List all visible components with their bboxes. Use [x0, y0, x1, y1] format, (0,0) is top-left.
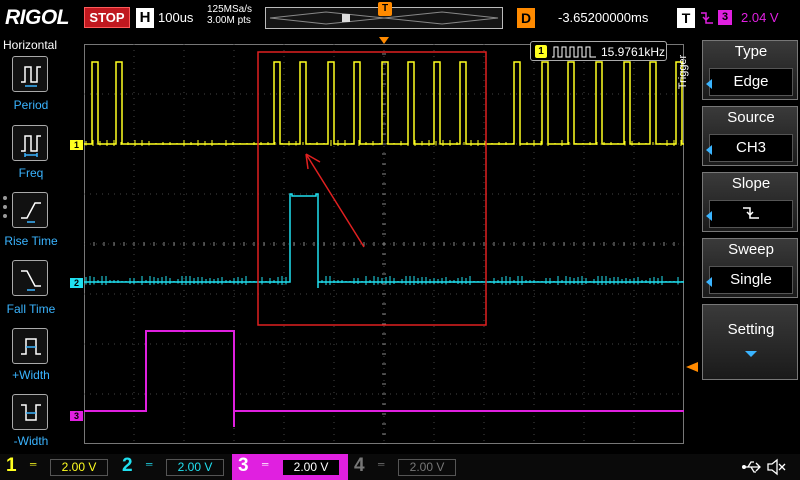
measure-pos-width-label: +Width: [12, 368, 50, 382]
ch2-number: 2: [122, 455, 133, 476]
menu-source-arrow-icon: [706, 145, 712, 155]
sample-rate: 125MSa/s: [207, 4, 253, 15]
acquisition-info: 125MSa/s 3.00M pts: [207, 4, 252, 26]
menu-source-value: CH3: [709, 134, 793, 162]
menu-source[interactable]: Source CH3: [702, 106, 798, 166]
trigger-source-badge: 3: [718, 10, 732, 25]
timebase-badge: H: [136, 8, 154, 28]
top-status-bar: RIGOL STOP H 100us 125MSa/s 3.00M pts T …: [0, 0, 800, 36]
ch4-tab[interactable]: 4 ═ 2.00 V: [348, 454, 464, 480]
menu-type-title: Type: [734, 43, 768, 60]
frequency-channel-badge: 1: [535, 45, 547, 58]
dc-coupling-icon: ═: [262, 459, 269, 469]
menu-slope-arrow-icon: [706, 211, 712, 221]
menu-sweep-value: Single: [709, 266, 793, 294]
frequency-value: 15.9761kHz: [601, 45, 666, 59]
ch1-number: 1: [6, 455, 17, 476]
ch3-scale: 2.00 V: [282, 459, 340, 476]
measure-neg-width-button[interactable]: [12, 394, 48, 430]
horizontal-delay[interactable]: -3.65200000ms: [558, 10, 648, 25]
menu-type[interactable]: Type Edge: [702, 40, 798, 100]
measure-pos-width-button[interactable]: [12, 328, 48, 364]
trigger-badge: T: [677, 8, 695, 28]
ch3-offset-marker[interactable]: 3: [70, 411, 83, 421]
waveform-display[interactable]: [84, 44, 684, 444]
period-icon: [21, 66, 41, 87]
falling-edge-icon: [701, 12, 713, 24]
ch2-scale: 2.00 V: [166, 459, 224, 476]
menu-sweep[interactable]: Sweep Single: [702, 238, 798, 298]
trigger-menu: Type Edge Source CH3 Slope Sweep Single …: [702, 40, 798, 454]
run-stop-status[interactable]: STOP: [84, 7, 130, 28]
trigger-time-marker-icon: [379, 37, 389, 44]
trigger-position-marker: T: [378, 2, 392, 16]
ch3-waveform: [84, 330, 684, 427]
ch1-tab[interactable]: 1 ═ 2.00 V: [0, 454, 116, 480]
ch4-number: 4: [354, 455, 365, 476]
positive-width-icon: [21, 338, 41, 355]
annotation-arrow-icon: [305, 153, 365, 248]
menu-type-value: Edge: [709, 68, 793, 96]
menu-tab: Trigger: [677, 40, 701, 110]
annotation-highlight-box: [257, 51, 487, 326]
speaker-mute-icon[interactable]: [766, 458, 786, 476]
ch2-tab[interactable]: 2 ═ 2.00 V: [116, 454, 232, 480]
measure-rise-time-button[interactable]: [12, 192, 48, 228]
frequency-icon: [21, 135, 41, 157]
menu-slope[interactable]: Slope: [702, 172, 798, 232]
menu-sweep-arrow-icon: [706, 277, 712, 287]
menu-sweep-title: Sweep: [728, 241, 774, 258]
menu-setting[interactable]: Setting: [702, 304, 798, 380]
frequency-readout: 1 15.9761kHz: [530, 41, 667, 61]
measure-period-button[interactable]: [12, 56, 48, 92]
measure-fall-time-button[interactable]: [12, 260, 48, 296]
menu-type-arrow-icon: [706, 79, 712, 89]
falling-edge-icon: [743, 207, 759, 219]
fall-time-icon: [21, 270, 41, 291]
measure-neg-width-label: -Width: [13, 434, 49, 448]
memory-depth: 3.00M pts: [207, 15, 251, 26]
panel-scroll-dots[interactable]: [3, 196, 9, 223]
dc-coupling-icon: ═: [378, 459, 385, 469]
measure-panel: Horizontal Period Freq Rise Time Fall Ti…: [0, 36, 62, 454]
ch3-tab[interactable]: 3 ═ 2.00 V: [232, 454, 348, 480]
ch4-scale: 2.00 V: [398, 459, 456, 476]
measure-freq-button[interactable]: [12, 125, 48, 161]
usb-icon: [742, 461, 761, 473]
brand-logo: RIGOL: [5, 6, 70, 29]
trigger-level[interactable]: 2.04 V: [741, 10, 779, 25]
dc-coupling-icon: ═: [30, 459, 37, 469]
measure-freq-label: Freq: [18, 166, 44, 180]
pulse-train-icon: [552, 46, 596, 58]
ch2-offset-marker[interactable]: 2: [70, 278, 83, 288]
timebase-value[interactable]: 100us: [158, 10, 193, 25]
negative-width-icon: [21, 404, 41, 421]
menu-setting-title: Setting: [727, 321, 775, 338]
measure-fall-time-label: Fall Time: [6, 302, 56, 316]
dc-coupling-icon: ═: [146, 459, 153, 469]
trigger-level-marker-icon[interactable]: [686, 362, 698, 372]
measure-period-label: Period: [13, 98, 49, 112]
chevron-down-icon: [745, 351, 757, 357]
menu-slope-title: Slope: [731, 175, 771, 192]
measure-rise-time-label: Rise Time: [4, 234, 58, 248]
panel-title: Horizontal: [3, 38, 58, 52]
ch1-scale: 2.00 V: [50, 459, 108, 476]
ch1-offset-marker[interactable]: 1: [70, 140, 83, 150]
menu-source-title: Source: [727, 109, 775, 126]
rise-time-icon: [21, 202, 41, 223]
channel-bar: 1 ═ 2.00 V 2 ═ 2.00 V 3 ═ 2.00 V 4 ═ 2.0…: [0, 454, 800, 480]
ch3-number: 3: [238, 455, 249, 476]
menu-slope-value: [709, 200, 793, 228]
menu-tab-label: Trigger: [677, 54, 690, 90]
delay-badge: D: [517, 8, 535, 28]
waveform-grid: [84, 44, 684, 444]
